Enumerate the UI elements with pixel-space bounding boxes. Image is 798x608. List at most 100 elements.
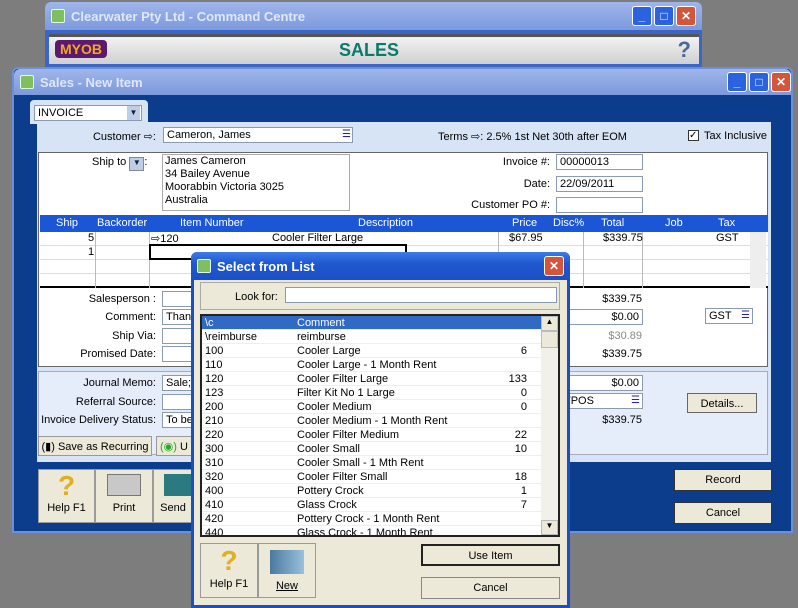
row1-ship: 5 <box>88 232 95 244</box>
help-button[interactable]: ? Help F1 <box>38 469 95 523</box>
item-list[interactable]: \c Comment \reimburse reimburse 100 Cooler La… <box>200 314 560 537</box>
list-item[interactable]: 123 Filter Kit No 1 Large 0 <box>202 386 542 400</box>
invoice-number-field[interactable]: 00000013 <box>556 154 643 170</box>
use-item-button[interactable]: Use Item <box>421 544 560 566</box>
section-title: SALES <box>339 40 400 60</box>
list-scrollbar[interactable]: ▲ ▼ <box>541 316 558 535</box>
layout-select[interactable]: INVOICE ▼ <box>34 105 142 121</box>
item-number: 320 <box>205 471 224 483</box>
ship-via-label: Ship Via: <box>112 330 156 342</box>
chevron-down-icon[interactable]: ▼ <box>129 157 145 171</box>
help-icon[interactable]: ? <box>678 37 691 63</box>
col-backorder: Backorder <box>97 217 148 229</box>
item-quantity: 1 <box>520 485 527 497</box>
list-item[interactable]: 410 Glass Crock 7 <box>202 498 542 512</box>
list-item[interactable]: 200 Cooler Medium 0 <box>202 400 542 414</box>
list-item[interactable]: 100 Cooler Large 6 <box>202 344 542 358</box>
item-quantity <box>492 358 527 371</box>
list-item[interactable]: 320 Cooler Filter Small 18 <box>202 470 542 484</box>
send-icon <box>164 474 192 496</box>
scroll-up-button[interactable]: ▲ <box>541 316 558 331</box>
referral-source-label: Referral Source: <box>75 396 156 408</box>
dialog-cancel-button[interactable]: Cancel <box>421 577 560 599</box>
list-item[interactable]: 310 Cooler Small - 1 Mth Rent <box>202 456 542 470</box>
list-item[interactable]: \c Comment <box>202 316 542 330</box>
customer-field[interactable]: Cameron, James ☰ <box>163 127 353 143</box>
maximize-button[interactable]: □ <box>654 6 674 26</box>
send-button[interactable]: Send <box>153 469 193 523</box>
list-item[interactable]: 300 Cooler Small 10 <box>202 442 542 456</box>
salesperson-label: Salesperson : <box>88 293 156 305</box>
date-field[interactable]: 22/09/2011 <box>556 176 643 192</box>
maximize-button[interactable]: □ <box>749 72 769 92</box>
payment-method-select[interactable]: TPOS ☰ <box>560 393 643 409</box>
item-number: \reimburse <box>205 331 257 343</box>
col-price: Price <box>512 217 538 229</box>
sales-banner: MYOB SALES ? <box>49 34 699 64</box>
save-as-recurring-button[interactable]: (▮) Save as Recurring <box>38 436 152 456</box>
item-name: Comment <box>297 317 345 329</box>
list-item[interactable]: 420 Pottery Crock - 1 Month Rent <box>202 512 542 526</box>
paid-field[interactable]: $0.00 <box>560 375 643 391</box>
scroll-down-button[interactable]: ▼ <box>541 520 558 535</box>
print-button[interactable]: Print <box>95 469 153 523</box>
close-button[interactable]: ✕ <box>676 6 696 26</box>
customer-po-field[interactable] <box>556 197 643 213</box>
list-item[interactable]: 120 Cooler Filter Large 133 <box>202 372 542 386</box>
list-item[interactable]: \reimburse reimburse <box>202 330 542 344</box>
minimize-button[interactable]: _ <box>727 72 747 92</box>
terms[interactable]: Terms ⇨: 2.5% 1st Net 30th after EOM <box>438 130 627 143</box>
window-title: Sales - New Item <box>40 74 143 90</box>
list-item[interactable]: 110 Cooler Large - 1 Month Rent <box>202 358 542 372</box>
table-scrollbar[interactable] <box>750 232 766 288</box>
item-number: 220 <box>205 429 224 441</box>
look-for-bar: Look for: <box>200 282 560 310</box>
dialog-help-button[interactable]: ? Help F1 <box>200 543 258 598</box>
item-quantity <box>492 456 527 469</box>
item-quantity: 7 <box>520 499 527 511</box>
freight-field[interactable]: $0.00 <box>560 309 643 325</box>
item-number: 400 <box>205 485 224 497</box>
details-button[interactable]: Details... <box>687 393 757 413</box>
close-button[interactable]: ✕ <box>771 72 791 92</box>
app-icon <box>197 259 211 273</box>
item-number: 420 <box>205 513 224 525</box>
item-quantity <box>492 512 527 525</box>
item-name: Glass Crock - 1 Month Rent <box>297 527 433 537</box>
item-quantity: 133 <box>508 373 527 385</box>
item-number: 120 <box>205 373 224 385</box>
app-icon <box>51 9 65 23</box>
command-centre-titlebar: Clearwater Pty Ltd - Command Centre _ □ … <box>45 2 702 30</box>
list-item[interactable]: 220 Cooler Filter Medium 22 <box>202 428 542 442</box>
minimize-button[interactable]: _ <box>632 6 652 26</box>
item-number: \c <box>205 317 214 329</box>
item-number: 100 <box>205 345 224 357</box>
list-icon[interactable]: ☰ <box>342 128 351 142</box>
row1-tax: GST <box>716 232 739 244</box>
cancel-button[interactable]: Cancel <box>674 502 772 524</box>
use-recurring-button[interactable]: (◉) U <box>156 436 196 456</box>
sales-titlebar: Sales - New Item _ □ ✕ <box>14 69 791 95</box>
column-divider <box>95 232 96 288</box>
freight-tax-select[interactable]: GST ☰ <box>705 308 753 324</box>
item-name: Filter Kit No 1 Large <box>297 387 395 399</box>
select-from-list-dialog: Select from List ✕ Look for: \c Comment \r… <box>191 252 570 608</box>
record-button[interactable]: Record <box>674 469 772 491</box>
col-tax: Tax <box>718 217 736 229</box>
list-item[interactable]: 440 Glass Crock - 1 Month Rent <box>202 526 542 537</box>
item-number: 123 <box>205 387 224 399</box>
journal-memo-label: Journal Memo: <box>83 377 156 389</box>
new-button[interactable]: New <box>258 543 316 598</box>
tax-inclusive-label: Tax Inclusive <box>704 130 767 142</box>
scroll-thumb[interactable] <box>541 331 558 348</box>
row1-description: Cooler Filter Large <box>272 232 364 244</box>
look-for-input[interactable] <box>285 287 557 303</box>
row1-total: $339.75 <box>603 232 643 244</box>
ship-to-address[interactable]: James Cameron 34 Bailey Avenue Moorabbin V… <box>162 154 350 211</box>
tax-inclusive-checkbox[interactable]: ✓ <box>688 130 699 141</box>
address-line: James Cameron <box>165 155 246 167</box>
recurring-icon: (▮) <box>41 441 55 453</box>
list-item[interactable]: 210 Cooler Medium - 1 Month Rent <box>202 414 542 428</box>
list-item[interactable]: 400 Pottery Crock 1 <box>202 484 542 498</box>
close-button[interactable]: ✕ <box>544 256 564 276</box>
